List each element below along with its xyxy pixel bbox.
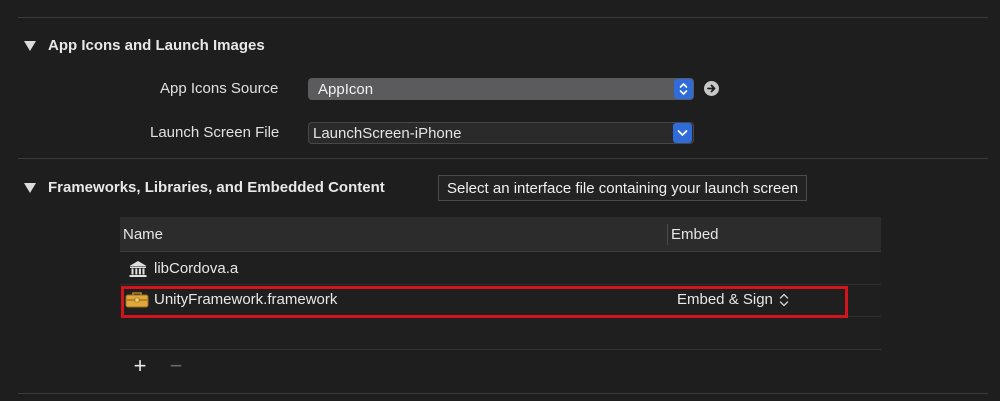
section-app-icons-title: App Icons and Launch Images [48,37,265,54]
frameworks-table: Name Embed libCordova.a UnityFramework.f… [120,217,881,351]
app-icons-source-popup[interactable]: AppIcon [308,78,694,100]
chevron-down-icon[interactable] [673,123,692,143]
disclosure-triangle-icon[interactable] [24,182,36,193]
table-row[interactable]: UnityFramework.framework Embed & Sign [120,285,881,316]
column-separator[interactable] [667,224,668,245]
launch-screen-file-value: LaunchScreen-iPhone [313,124,462,142]
embed-popup[interactable]: Embed & Sign [677,291,789,308]
section-app-icons-header[interactable]: App Icons and Launch Images [24,37,265,54]
up-down-chevron-icon[interactable] [674,79,693,99]
section-frameworks-header[interactable]: Frameworks, Libraries, and Embedded Cont… [24,179,385,196]
table-row[interactable]: libCordova.a [120,254,881,285]
row-name: libCordova.a [154,260,239,277]
row-divider [120,316,881,317]
embed-value: Embed & Sign [677,291,773,308]
section-divider [18,158,988,159]
library-icon [128,259,148,279]
framework-toolbox-icon [125,291,149,311]
column-header-name[interactable]: Name [123,226,163,243]
disclosure-triangle-icon[interactable] [24,40,36,51]
section-frameworks-title: Frameworks, Libraries, and Embedded Cont… [48,179,385,196]
top-divider [18,17,988,18]
go-to-arrow-icon[interactable] [704,81,719,96]
launch-screen-tooltip: Select an interface file containing your… [438,175,808,201]
app-icons-source-label: App Icons Source [160,80,279,97]
launch-screen-file-combobox[interactable]: LaunchScreen-iPhone [308,122,694,144]
launch-screen-file-label: Launch Screen File [150,124,280,141]
column-header-embed[interactable]: Embed [671,226,719,243]
app-icons-source-value: AppIcon [318,80,374,98]
table-bottom-divider [120,349,881,350]
up-down-chevron-icon [779,293,789,306]
table-header: Name Embed [120,217,881,252]
add-button[interactable]: + [130,355,150,377]
row-name: UnityFramework.framework [154,291,338,308]
bottom-divider [18,393,988,394]
remove-button[interactable]: − [166,355,186,377]
